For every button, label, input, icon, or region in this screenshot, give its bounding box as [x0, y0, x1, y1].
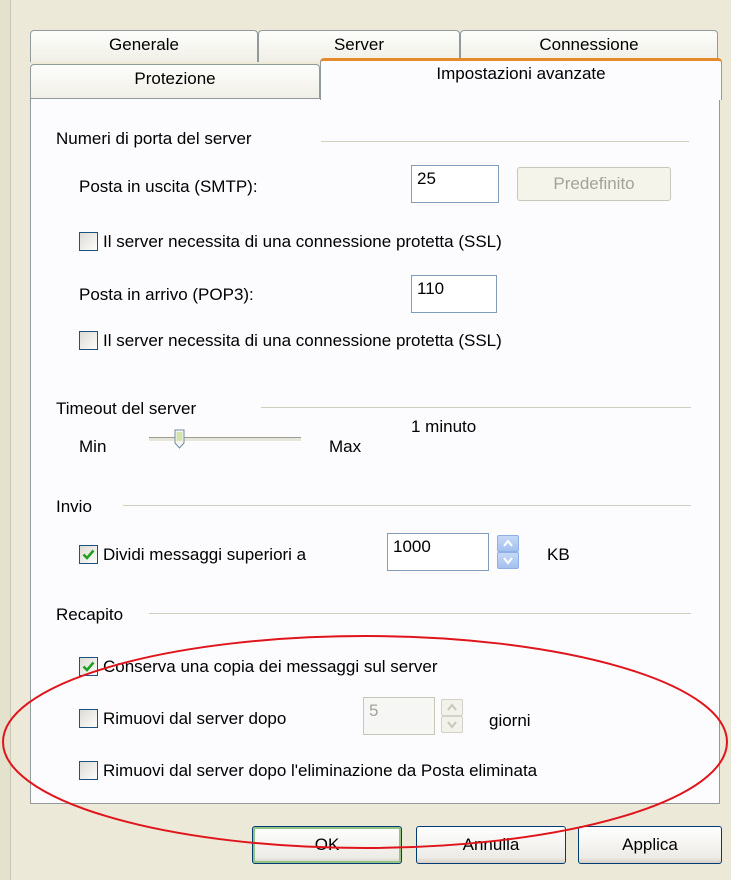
group-divider	[149, 613, 691, 614]
timeout-value-label: 1 minuto	[411, 417, 477, 436]
group-label-delivery: Recapito	[56, 605, 124, 624]
split-messages-label: Dividi messaggi superiori a	[103, 545, 307, 564]
pop3-label: Posta in arrivo (POP3):	[79, 285, 254, 304]
timeout-slider-thumb[interactable]	[174, 429, 185, 449]
cancel-button[interactable]: Annulla	[416, 826, 566, 864]
spin-up-button[interactable]	[441, 699, 463, 716]
smtp-label: Posta in uscita (SMTP):	[79, 177, 258, 196]
split-messages-checkbox[interactable]	[79, 545, 98, 564]
timeout-slider-track[interactable]	[149, 437, 301, 442]
spin-down-button[interactable]	[497, 552, 519, 569]
remove-after-checkbox[interactable]	[79, 709, 98, 728]
tab-label: Server	[333, 35, 385, 54]
chevron-up-icon	[503, 539, 513, 547]
keep-copy-checkbox[interactable]	[79, 657, 98, 676]
tab-label: Impostazioni avanzate	[436, 64, 606, 83]
group-divider	[123, 505, 691, 506]
group-label-timeout: Timeout del server	[56, 399, 197, 418]
split-size-input[interactable]: 1000	[387, 533, 489, 571]
smtp-port-input[interactable]: 25	[411, 165, 499, 203]
group-divider	[261, 407, 691, 408]
chevron-down-icon	[447, 721, 457, 729]
tab-panel: Numeri di porta del server Posta in usci…	[30, 98, 720, 804]
tab-label: Generale	[109, 35, 179, 54]
split-size-spinner[interactable]	[497, 535, 519, 569]
remove-days-input[interactable]: 5	[363, 697, 435, 735]
group-label-sending: Invio	[56, 497, 92, 516]
group-label-ports: Numeri di porta del server	[56, 129, 252, 148]
chevron-down-icon	[503, 557, 513, 565]
timeout-min-label: Min	[79, 437, 107, 456]
checkmark-icon	[82, 549, 95, 560]
default-button[interactable]: Predefinito	[517, 167, 671, 201]
ok-button[interactable]: OK	[252, 826, 402, 864]
tab-label: Connessione	[539, 35, 639, 54]
tab-generale[interactable]: Generale	[30, 30, 258, 62]
remove-deleted-checkbox[interactable]	[79, 761, 98, 780]
spin-up-button[interactable]	[497, 535, 519, 552]
group-divider	[321, 141, 689, 142]
window-left-edge	[0, 0, 11, 880]
remove-after-label: Rimuovi dal server dopo	[103, 709, 287, 728]
smtp-ssl-checkbox[interactable]	[79, 232, 98, 251]
spin-down-button[interactable]	[441, 716, 463, 733]
pop3-ssl-label: Il server necessita di una connessione p…	[103, 331, 502, 350]
remove-days-spinner[interactable]	[441, 699, 463, 733]
tab-protezione[interactable]: Protezione	[30, 64, 320, 100]
smtp-ssl-label: Il server necessita di una connessione p…	[103, 232, 502, 251]
checkmark-icon	[82, 661, 95, 672]
tab-label: Protezione	[134, 69, 216, 88]
apply-button[interactable]: Applica	[578, 826, 722, 864]
days-unit-label: giorni	[489, 711, 531, 730]
tab-impostazioni-avanzate[interactable]: Impostazioni avanzate	[320, 58, 722, 100]
split-unit-label: KB	[547, 545, 570, 564]
remove-deleted-label: Rimuovi dal server dopo l'eliminazione d…	[103, 761, 538, 780]
pop3-port-input[interactable]: 110	[411, 275, 497, 313]
timeout-max-label: Max	[329, 437, 362, 456]
keep-copy-label: Conserva una copia dei messaggi sul serv…	[103, 657, 438, 676]
chevron-up-icon	[447, 703, 457, 711]
pop3-ssl-checkbox[interactable]	[79, 331, 98, 350]
